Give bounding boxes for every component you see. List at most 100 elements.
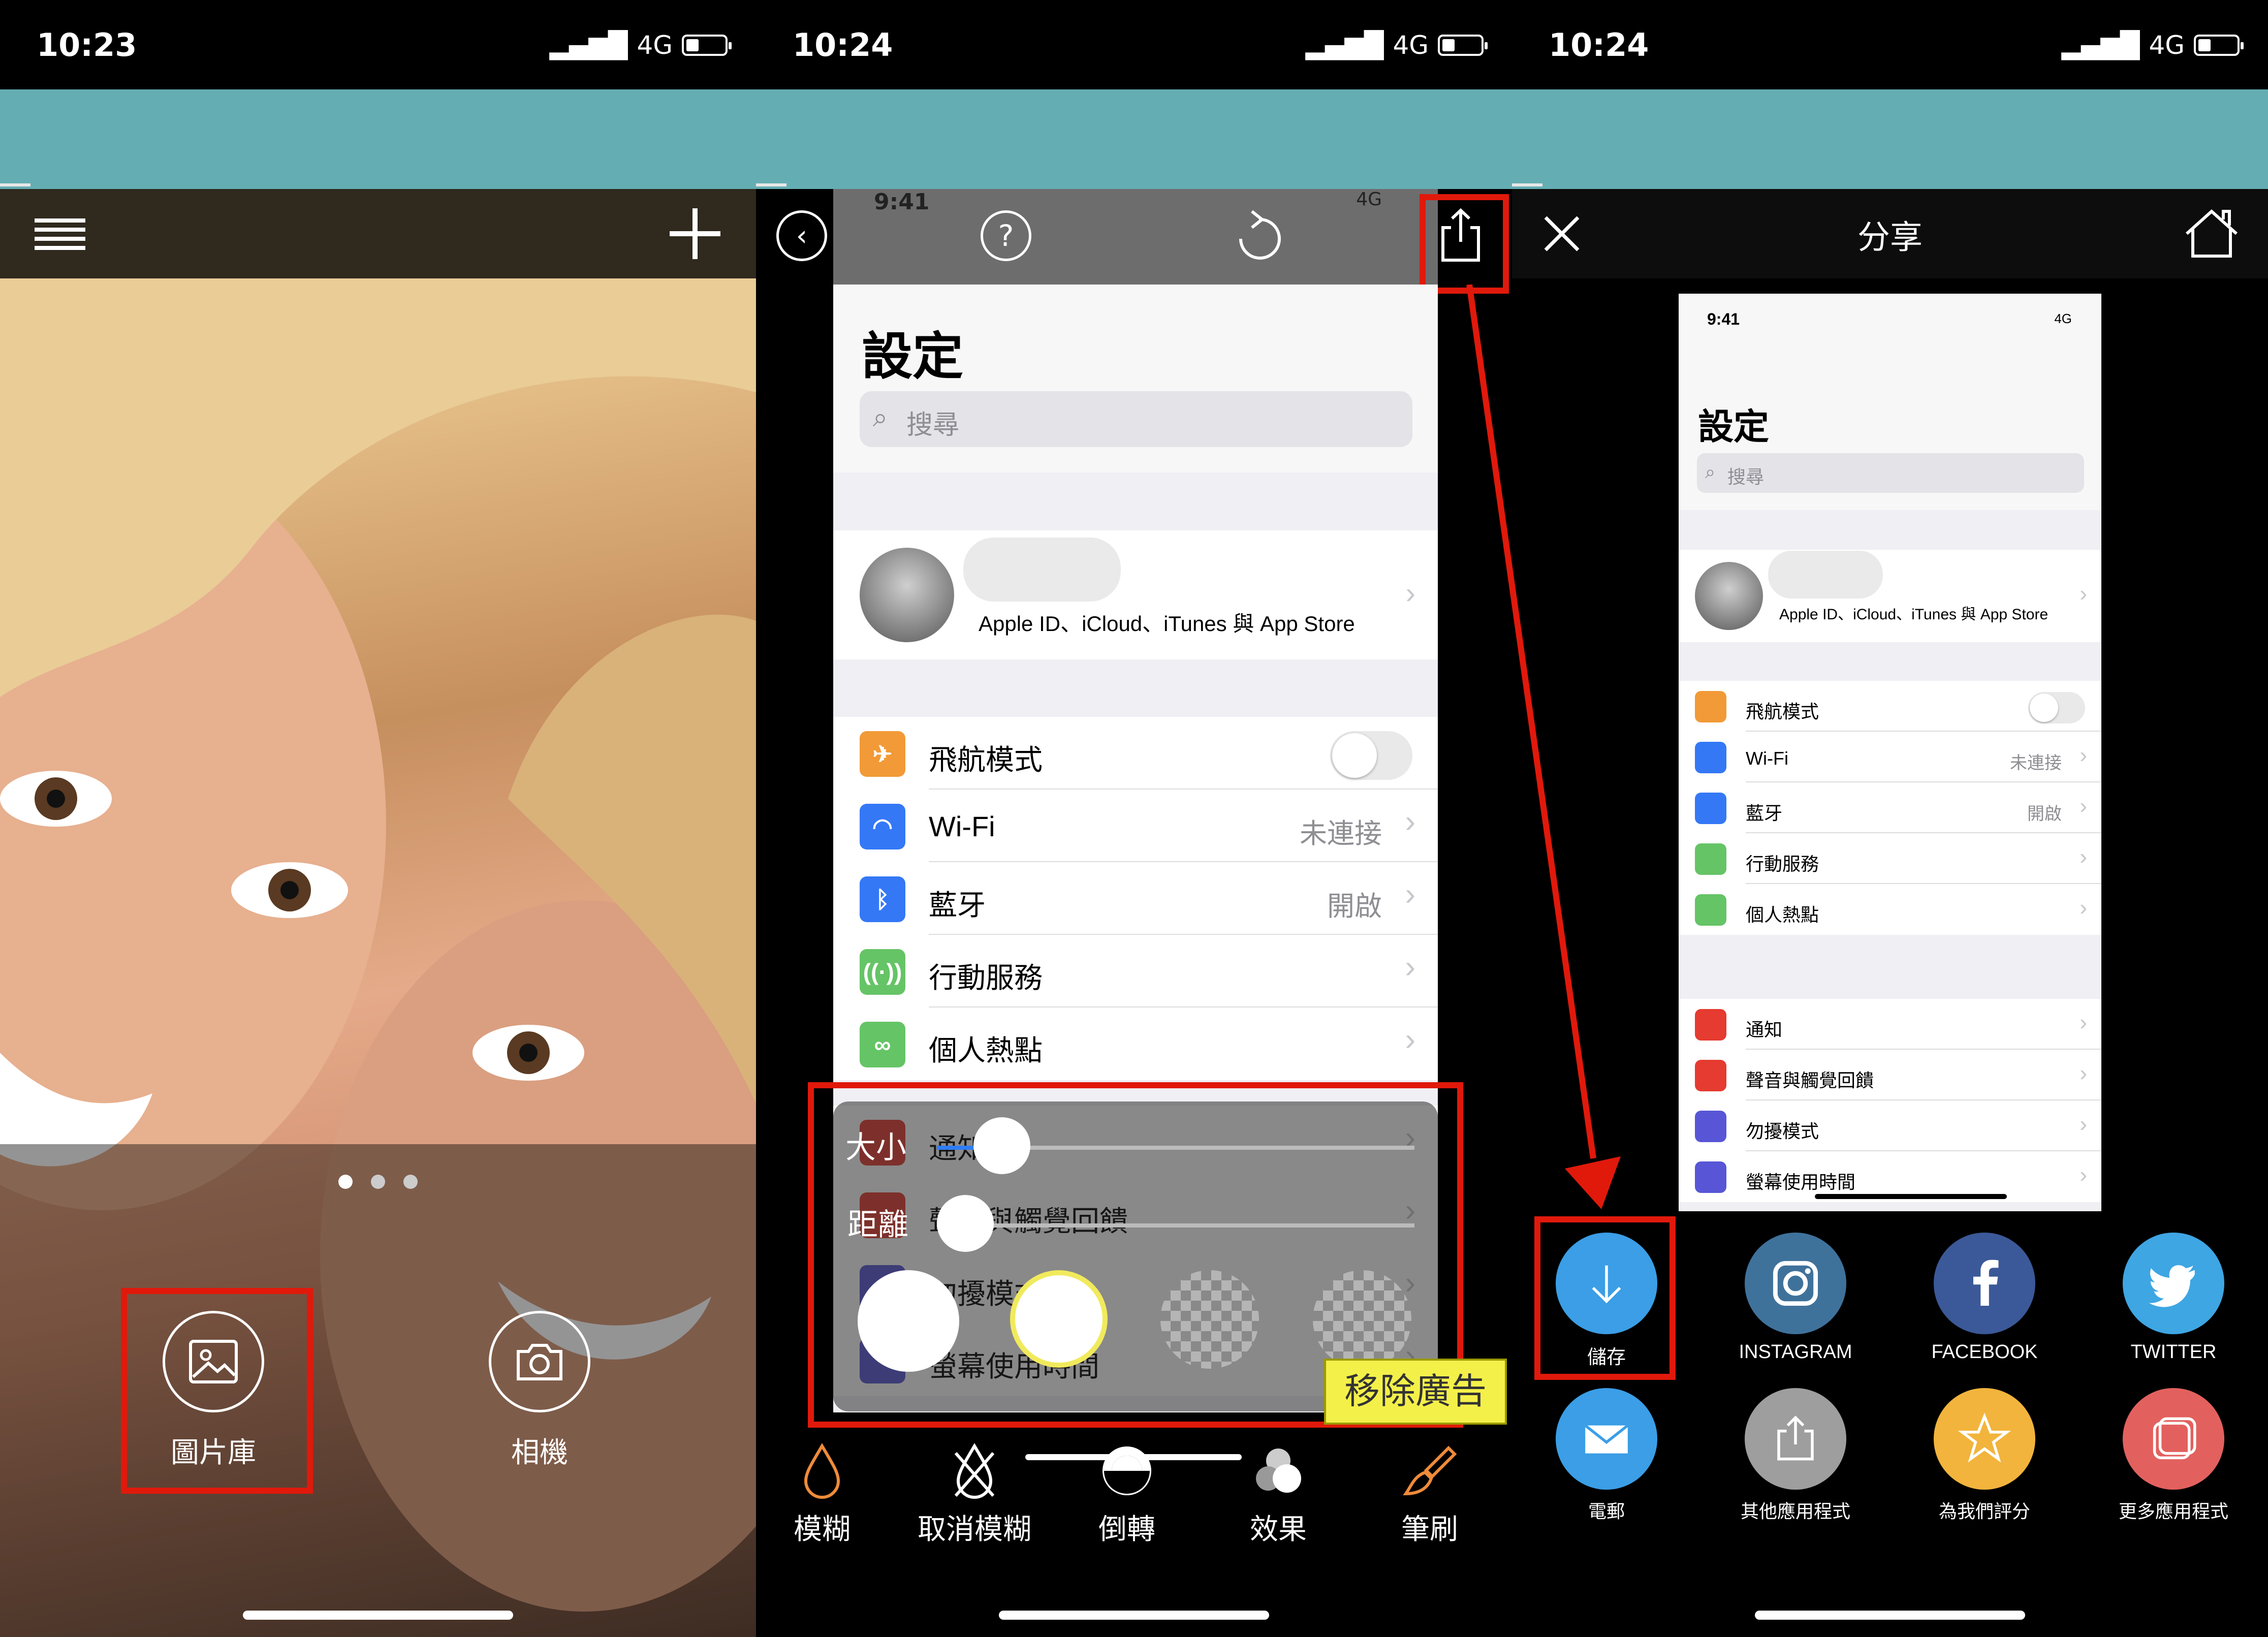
- divider: [0, 183, 30, 186]
- home-icon[interactable]: [2184, 208, 2240, 259]
- preview-row-icon: [1695, 1111, 1726, 1142]
- settings-row-2[interactable]: ᛒ 藍牙 開啟 ›: [833, 862, 1438, 935]
- signal-icon: ▂▄▆█: [549, 30, 628, 60]
- preview-account-subtitle: Apple ID、iCloud、iTunes 與 App Store: [1779, 606, 2049, 623]
- settings-row-label: Wi-Fi: [929, 810, 995, 842]
- account-row[interactable]: Apple ID、iCloud、iTunes 與 App Store ›: [833, 530, 1438, 659]
- share-facebook-button[interactable]: FACEBOOK: [1904, 1233, 2065, 1363]
- plus-icon[interactable]: [670, 208, 720, 259]
- home-indicator[interactable]: [243, 1611, 513, 1620]
- page-dots: [338, 1175, 425, 1190]
- status-bar: 10:24 ▂▄▆█ 4G: [1512, 0, 2268, 89]
- status-time: 10:24: [793, 26, 893, 64]
- account-subtitle: Apple ID、iCloud、iTunes 與 App Store: [979, 612, 1355, 636]
- highlight-save: [1534, 1216, 1676, 1380]
- bluetooth-icon: ᛒ: [860, 876, 905, 922]
- tool-effects-label: 效果: [1250, 1513, 1307, 1546]
- panel-photo-home: 10:23 ▂▄▆█ 4G 圖片庫 相機: [0, 0, 756, 1637]
- inner-status-bar: 9:41 4G: [833, 189, 1438, 285]
- tool-blur[interactable]: 模糊: [756, 1443, 888, 1546]
- preview-row-group1-0: 飛航模式: [1679, 681, 2101, 732]
- settings-row-3[interactable]: ((·)) 行動服務 ›: [833, 935, 1438, 1008]
- remove-ads-button[interactable]: 移除廣告: [1324, 1359, 1507, 1425]
- tool-unblur-label: 取消模糊: [918, 1513, 1031, 1546]
- share-other-apps-button[interactable]: 其他應用程式: [1715, 1388, 1876, 1523]
- back-icon[interactable]: ‹: [776, 210, 827, 261]
- share-email-button[interactable]: 電郵: [1526, 1388, 1687, 1523]
- network-label: 4G: [637, 30, 673, 60]
- account-name-blurred: [963, 538, 1121, 602]
- preview-row-label: 個人熱點: [1746, 904, 1819, 925]
- tool-effects[interactable]: 效果: [1212, 1443, 1344, 1546]
- camera-button[interactable]: 相機: [489, 1311, 590, 1471]
- tool-invert[interactable]: 倒轉: [1061, 1443, 1193, 1546]
- drop-icon: [804, 1443, 840, 1499]
- preview-row-icon: [1695, 793, 1726, 824]
- share-twitter-button[interactable]: TWITTER: [2093, 1233, 2254, 1363]
- share-rate-us-button[interactable]: 為我們評分: [1904, 1388, 2065, 1523]
- rotate-icon[interactable]: [1234, 209, 1284, 262]
- share-more-apps-button[interactable]: 更多應用程式: [2093, 1388, 2254, 1523]
- preview-row-group2-2: 勿擾模式 ›: [1679, 1100, 2101, 1151]
- chevron-right-icon: ›: [1405, 877, 1415, 912]
- search-field[interactable]: ⌕ 搜尋: [860, 391, 1412, 447]
- share-icon: [1745, 1388, 1846, 1490]
- ad-banner[interactable]: [756, 89, 1512, 189]
- preview-row-value: 開啟: [2027, 804, 2062, 824]
- preview-row-group1-1: Wi-Fi 未連接 ›: [1679, 732, 2101, 782]
- airplane-icon: ✈: [860, 731, 905, 777]
- search-placeholder: 搜尋: [906, 411, 960, 440]
- home-indicator[interactable]: [999, 1611, 1269, 1620]
- chevron-right-icon: ›: [2080, 1112, 2087, 1137]
- page-dot[interactable]: [403, 1175, 418, 1189]
- chevron-right-icon: ›: [1405, 577, 1415, 610]
- airplane-toggle[interactable]: [1330, 731, 1412, 780]
- tool-brush[interactable]: 筆刷: [1364, 1443, 1496, 1546]
- highlight-library: [121, 1288, 313, 1494]
- preview-row-label: 螢幕使用時間: [1746, 1172, 1856, 1192]
- home-indicator[interactable]: [1755, 1611, 2025, 1620]
- share-title: 分享: [1857, 219, 1923, 257]
- star-icon: [1934, 1388, 2035, 1490]
- settings-row-value: 未連接: [1300, 819, 1382, 849]
- preview-row-group1-4: 個人熱點 ›: [1679, 884, 2101, 935]
- ad-banner[interactable]: [1512, 89, 2268, 189]
- tool-brush-label: 筆刷: [1401, 1513, 1458, 1546]
- settings-row-label: 行動服務: [929, 962, 1043, 994]
- chevron-right-icon: ›: [2080, 794, 2087, 819]
- preview-row-icon: [1695, 1060, 1726, 1091]
- photo-background: [0, 189, 756, 1637]
- page-dot-active[interactable]: [338, 1175, 353, 1189]
- settings-row-4[interactable]: ∞ 個人熱點 ›: [833, 1008, 1438, 1080]
- tool-blur-label: 模糊: [794, 1513, 850, 1546]
- share-item-label: 為我們評分: [1938, 1501, 2030, 1522]
- settings-row-1[interactable]: ◠ Wi-Fi 未連接 ›: [833, 790, 1438, 862]
- instagram-icon: [1745, 1233, 1846, 1334]
- top-toolbar: [0, 189, 756, 278]
- page-dot[interactable]: [371, 1175, 385, 1189]
- ad-banner[interactable]: [0, 89, 756, 189]
- chevron-right-icon: ›: [2080, 581, 2087, 606]
- network-label: 4G: [2149, 30, 2185, 60]
- preview-row-group1-3: 行動服務 ›: [1679, 833, 2101, 884]
- tool-unblur[interactable]: 取消模糊: [908, 1443, 1041, 1546]
- status-right: ▂▄▆█ 4G: [2062, 30, 2244, 60]
- menu-icon[interactable]: [35, 218, 85, 250]
- battery-icon: [682, 35, 732, 56]
- effects-icon: [1256, 1449, 1301, 1493]
- preview-row-group1-2: 藍牙 開啟 ›: [1679, 782, 2101, 833]
- brush-icon: [1403, 1445, 1457, 1496]
- help-icon[interactable]: ?: [981, 210, 1031, 261]
- settings-row-value: 開啟: [1327, 891, 1382, 922]
- preview-header: 9:41 4G 設定 ⌕ 搜尋: [1679, 294, 2101, 510]
- preview-row-label: Wi-Fi: [1746, 748, 1788, 769]
- share-header: 分享: [1512, 189, 2268, 278]
- cellular-icon: ((·)): [860, 949, 905, 995]
- preview-title: 設定: [1698, 407, 1769, 447]
- settings-row-0[interactable]: ✈ 飛航模式: [833, 717, 1438, 790]
- chevron-right-icon: ›: [2080, 895, 2087, 920]
- share-instagram-button[interactable]: INSTAGRAM: [1715, 1233, 1876, 1363]
- chevron-right-icon: ›: [2080, 743, 2087, 768]
- preview-home-indicator: [1815, 1194, 2007, 1199]
- settings-row-label: 個人熱點: [929, 1034, 1043, 1066]
